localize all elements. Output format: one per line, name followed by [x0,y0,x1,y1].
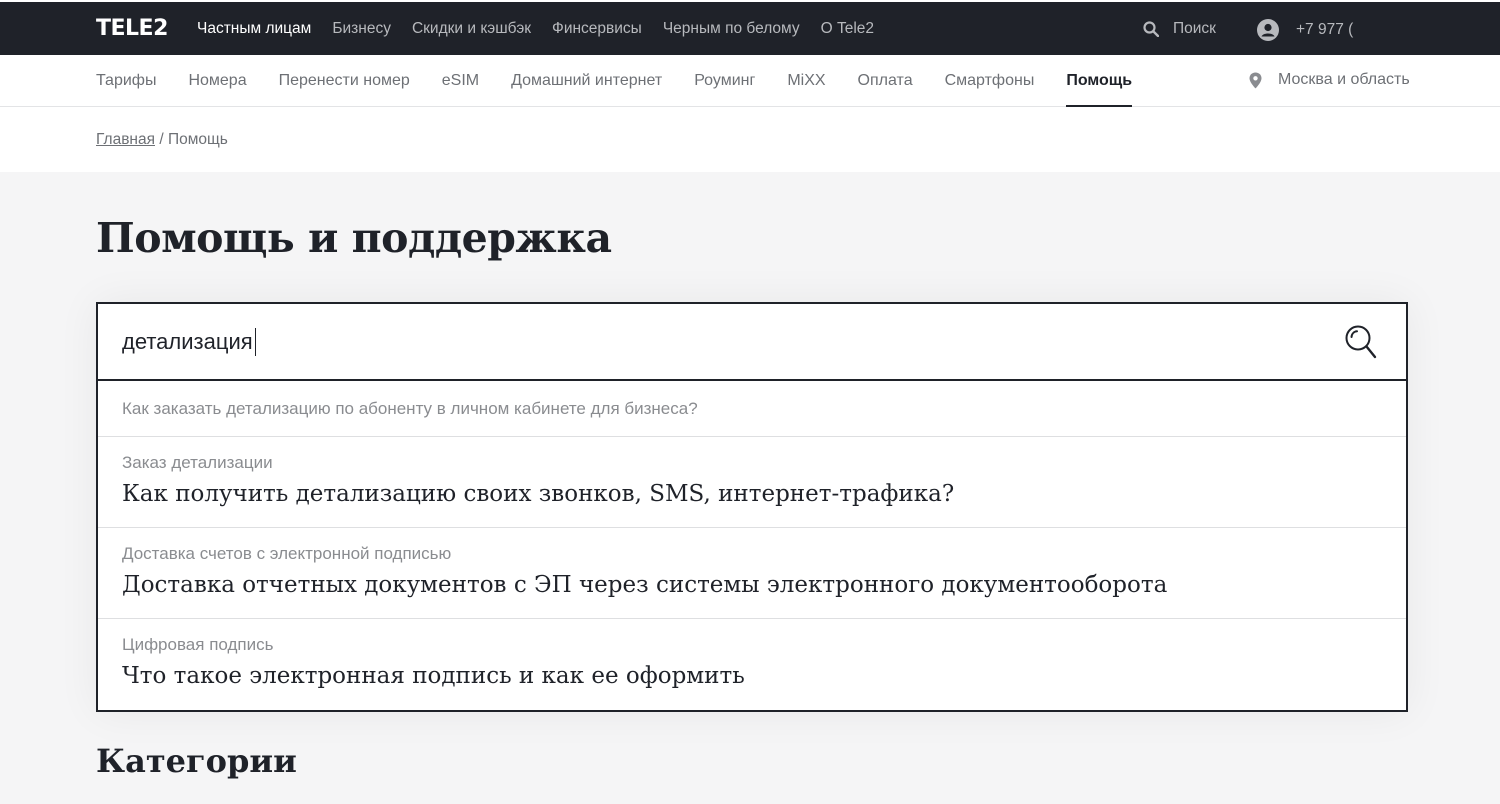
top-nav-black-on-white[interactable]: Черным по белому [663,20,800,38]
location-pin-icon [1249,72,1262,88]
subnav-numbers[interactable]: Номера [188,55,246,107]
top-nav-about[interactable]: О Tele2 [821,20,874,38]
help-search: детализация Как заказать детализацию по … [96,302,1408,712]
breadcrumb-bar: Главная / Помощь [0,107,1500,172]
suggestion-item[interactable]: Цифровая подпись Что такое электронная п… [98,619,1406,710]
suggestion-category: Цифровая подпись [122,635,274,654]
top-search-label: Поиск [1173,20,1216,37]
top-nav: Частным лицам Бизнесу Скидки и кэшбэк Фи… [197,2,895,55]
subnav-help[interactable]: Помощь [1066,55,1132,107]
search-suggestions: Как заказать детализацию по абоненту в л… [96,381,1408,712]
top-search-button[interactable]: Поиск [1143,20,1216,38]
suggestion-title: Как получить детализацию своих звонков, … [122,481,955,507]
top-bar: TELE2 Частным лицам Бизнесу Скидки и кэш… [0,0,1500,55]
user-avatar-icon [1257,19,1279,41]
top-nav-private[interactable]: Частным лицам [197,20,311,38]
top-nav-finservices[interactable]: Финсервисы [552,20,642,38]
search-field[interactable]: детализация [96,302,1408,381]
breadcrumb-separator: / [159,131,164,148]
text-caret [254,328,257,356]
page-title: Помощь и поддержка [96,214,612,262]
suggestion-title: Доставка отчетных документов с ЭП через … [122,572,1168,598]
region-label: Москва и область [1278,71,1410,88]
section-nav: Тарифы Номера Перенести номер eSIM Домаш… [0,55,1500,107]
breadcrumb-current: Помощь [167,131,228,148]
breadcrumb: Главная / Помощь [96,131,228,149]
breadcrumb-home-link[interactable]: Главная [96,131,155,148]
categories-heading: Категории [96,742,297,780]
subnav-roaming[interactable]: Роуминг [694,55,755,107]
subnav-smartphones[interactable]: Смартфоны [945,55,1035,107]
suggestion-category: Доставка счетов с электронной подписью [122,544,452,563]
subnav-home-internet[interactable]: Домашний интернет [511,55,662,107]
suggestion-item[interactable]: Заказ детализации Как получить детализац… [98,437,1406,528]
suggestion-item[interactable]: Как заказать детализацию по абоненту в л… [98,381,1406,437]
subnav-mixx[interactable]: MiXX [787,55,825,107]
region-selector[interactable]: Москва и область [1249,71,1410,89]
subnav-payment[interactable]: Оплата [858,55,913,107]
top-nav-business[interactable]: Бизнесу [332,20,391,38]
account-button[interactable]: +7 977 ( [1257,19,1353,41]
suggestion-item[interactable]: Доставка счетов с электронной подписью Д… [98,528,1406,619]
search-icon [1143,21,1159,37]
subnav-transfer-number[interactable]: Перенести номер [279,55,410,107]
suggestion-category: Заказ детализации [122,453,273,472]
suggestion-title: Что такое электронная подпись и как ее о… [122,663,745,689]
search-input[interactable]: детализация [122,328,257,356]
subnav-esim[interactable]: eSIM [442,55,479,107]
subnav-tariffs[interactable]: Тарифы [96,55,156,107]
account-phone: +7 977 ( [1296,21,1354,38]
top-nav-discounts[interactable]: Скидки и кэшбэк [412,20,531,38]
search-icon[interactable] [1344,324,1378,360]
search-input-value: детализация [122,329,253,354]
tele2-logo[interactable]: TELE2 [96,16,168,41]
